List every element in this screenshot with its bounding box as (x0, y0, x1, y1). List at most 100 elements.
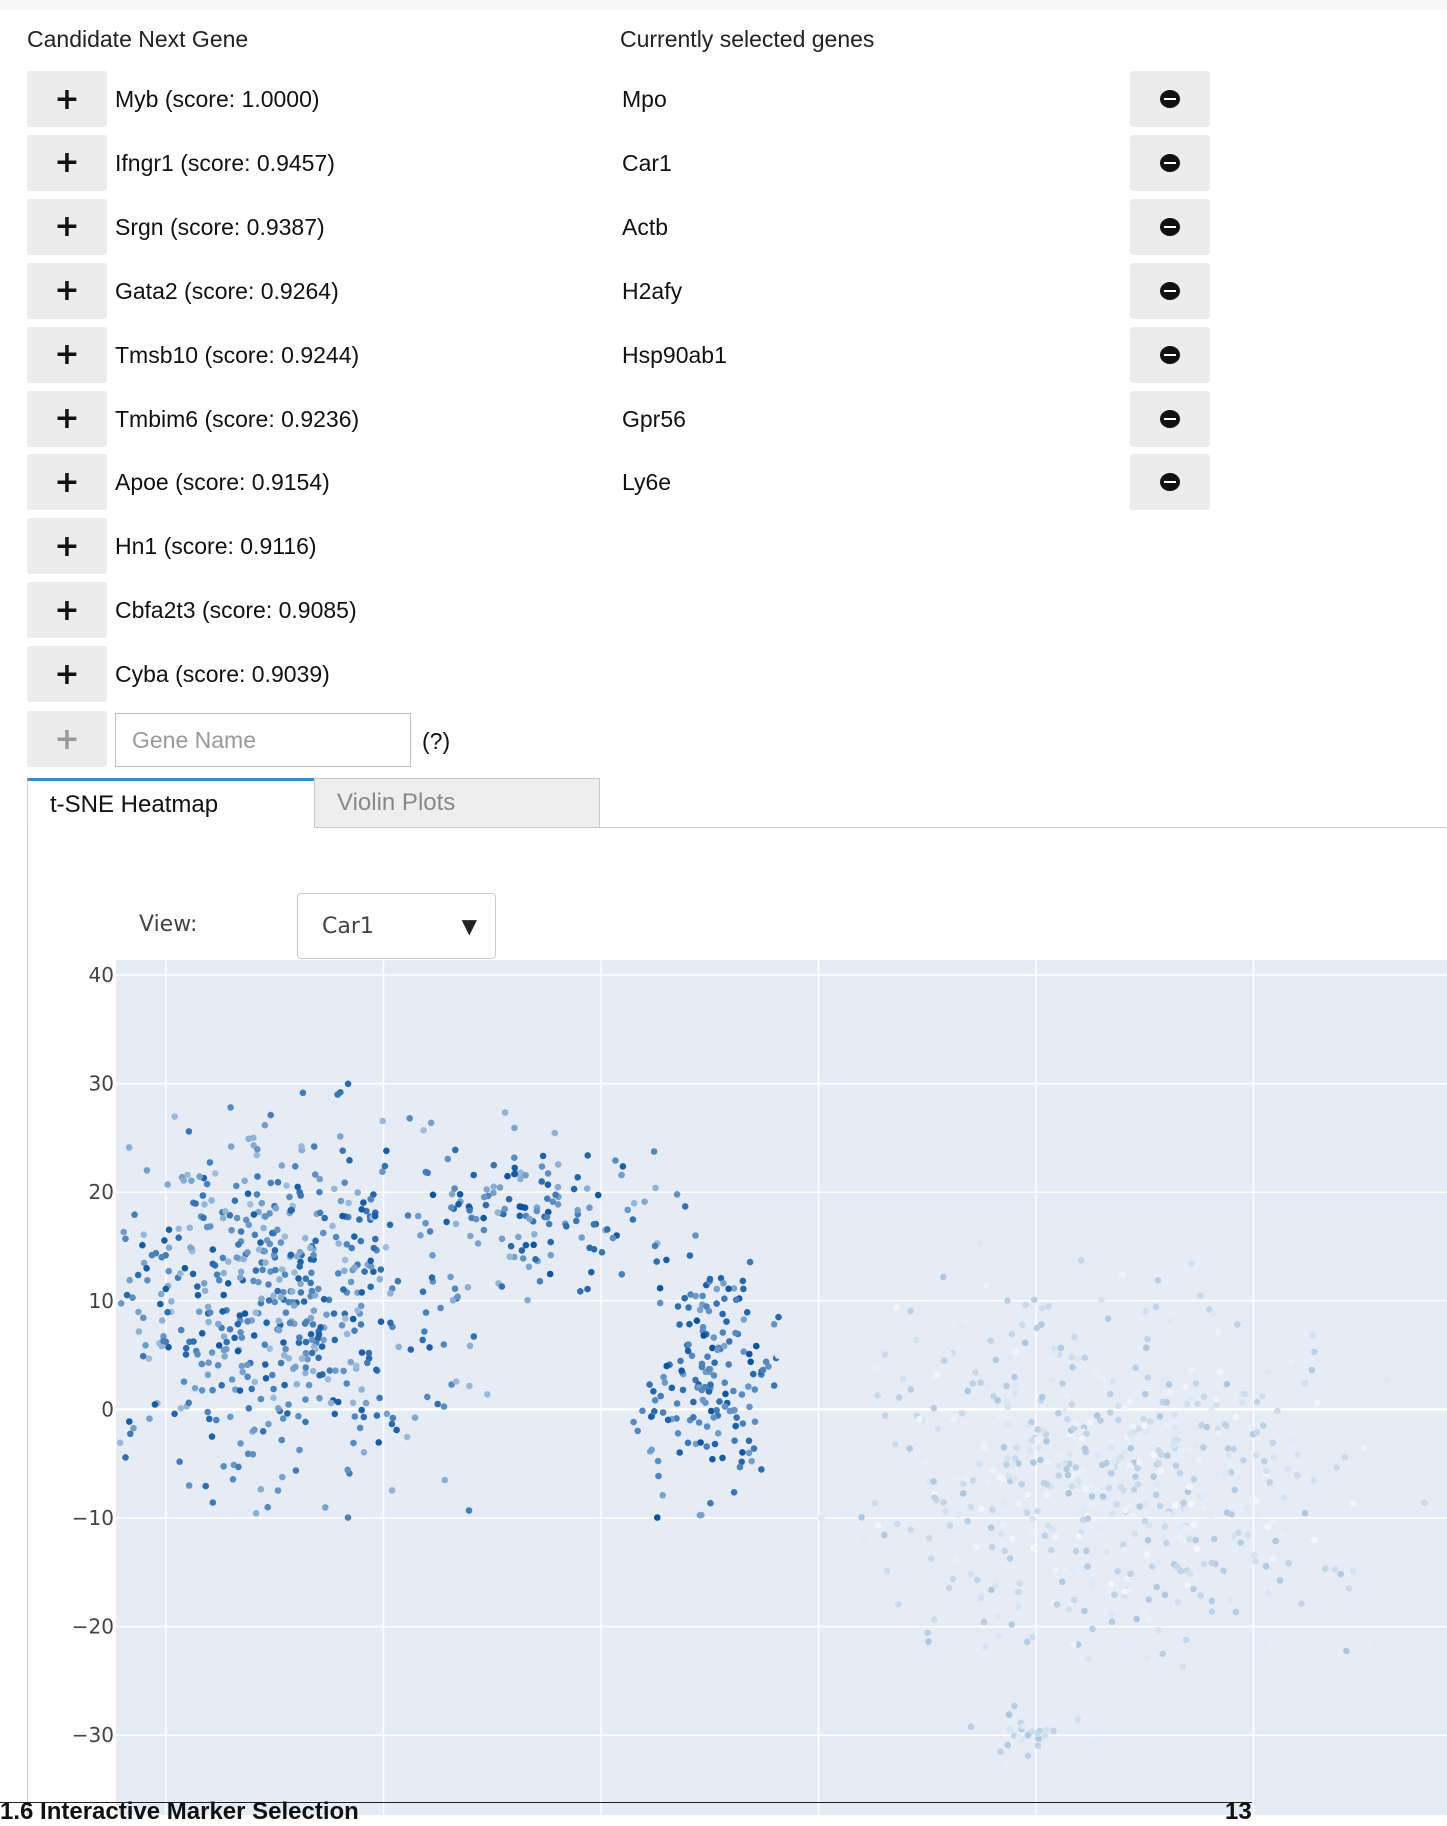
scatter-point (1193, 1442, 1200, 1450)
remove-gene-button[interactable] (1130, 71, 1210, 127)
scatter-point (719, 1310, 726, 1318)
scatter-point (168, 1298, 175, 1305)
scatter-point (743, 1309, 751, 1316)
scatter-point (259, 1266, 266, 1274)
add-candidate-button[interactable]: + (27, 134, 107, 191)
scatter-point (1301, 1379, 1309, 1387)
scatter-point (195, 1308, 203, 1315)
scatter-point (1049, 1399, 1056, 1406)
scatter-point (703, 1423, 711, 1430)
scatter-point (220, 1291, 227, 1299)
remove-gene-button[interactable] (1130, 326, 1210, 383)
scatter-point (990, 1393, 997, 1400)
scatter-point (262, 1213, 269, 1220)
scatter-point (257, 1395, 265, 1403)
tab-violin-plots[interactable]: Violin Plots (314, 778, 600, 828)
scatter-point (470, 1333, 478, 1340)
tsne-plot[interactable]: 40 30 20 10 0 −10 −20 −30 (0, 960, 1447, 1815)
scatter-point (157, 1290, 165, 1298)
add-candidate-button[interactable]: + (27, 262, 107, 319)
scatter-point (1198, 1421, 1205, 1429)
scatter-point (657, 1392, 664, 1400)
scatter-point (209, 1260, 217, 1268)
scatter-point (1192, 1536, 1199, 1544)
scatter-point (262, 1361, 269, 1368)
scatter-point (1132, 1364, 1139, 1372)
scatter-point (1215, 1430, 1222, 1437)
scatter-point (1190, 1521, 1198, 1529)
gene-name-input[interactable] (115, 713, 411, 767)
remove-gene-button[interactable] (1130, 198, 1210, 255)
scatter-point (1088, 1580, 1095, 1588)
add-candidate-button[interactable]: + (27, 326, 107, 383)
scatter-point (538, 1178, 545, 1185)
scatter-point (341, 1267, 348, 1275)
scatter-point (1105, 1485, 1113, 1492)
scatter-point (1142, 1390, 1149, 1398)
scatter-point (751, 1386, 759, 1393)
remove-gene-button[interactable] (1130, 454, 1210, 511)
scatter-point (1000, 1444, 1008, 1451)
scatter-point (720, 1280, 727, 1287)
scatter-point (1037, 1456, 1044, 1464)
scatter-point (624, 1206, 631, 1214)
scatter-point (157, 1300, 164, 1308)
remove-gene-button[interactable] (1130, 390, 1210, 447)
scatter-point (225, 1258, 232, 1265)
scatter-point (209, 1386, 216, 1394)
scatter-point (165, 1244, 173, 1251)
scatter-point (518, 1247, 526, 1254)
scatter-point (1170, 1442, 1177, 1449)
scatter-point (1254, 1510, 1262, 1518)
add-candidate-button[interactable]: + (27, 71, 107, 127)
scatter-point (347, 1358, 355, 1366)
scatter-point (275, 1317, 283, 1325)
scatter-point (650, 1388, 657, 1395)
scatter-point (1076, 1441, 1083, 1448)
scatter-point (236, 1312, 244, 1319)
scatter-point (1174, 1436, 1181, 1444)
help-link[interactable]: (?) (422, 728, 450, 755)
scatter-point (1194, 1400, 1201, 1408)
scatter-point (122, 1235, 129, 1243)
scatter-point (1103, 1548, 1111, 1556)
scatter-point (612, 1157, 619, 1164)
scatter-point (739, 1277, 747, 1285)
scatter-point (300, 1298, 308, 1305)
add-candidate-button[interactable]: + (27, 454, 107, 511)
scatter-point (224, 1280, 232, 1287)
scatter-point (1149, 1435, 1156, 1443)
scatter-point (974, 1627, 981, 1634)
scatter-point (1264, 1368, 1271, 1376)
add-candidate-button[interactable]: + (27, 646, 107, 703)
scatter-point (609, 1234, 617, 1242)
scatter-point (946, 1522, 954, 1529)
scatter-point (586, 1244, 593, 1252)
scatter-point (164, 1181, 171, 1188)
scatter-point (208, 1349, 216, 1356)
remove-gene-button[interactable] (1130, 262, 1210, 319)
add-candidate-button[interactable]: + (27, 198, 107, 255)
tab-tsne-heatmap[interactable]: t-SNE Heatmap (27, 778, 314, 828)
scatter-point (393, 1426, 400, 1434)
add-gene-button[interactable]: + (27, 711, 107, 767)
scatter-point (316, 1372, 323, 1379)
add-candidate-button[interactable]: + (27, 390, 107, 447)
scatter-point (1004, 1455, 1011, 1462)
scatter-point (451, 1285, 459, 1292)
scatter-point (706, 1275, 714, 1283)
add-candidate-button[interactable]: + (27, 518, 107, 575)
scatter-point (1129, 1511, 1136, 1519)
scatter-point (1029, 1515, 1036, 1523)
add-candidate-button[interactable]: + (27, 582, 107, 639)
scatter-point (1126, 1398, 1134, 1406)
remove-gene-button[interactable] (1130, 134, 1210, 191)
scatter-point (382, 1244, 390, 1251)
scatter-point (406, 1115, 414, 1122)
scatter-point (338, 1322, 346, 1329)
scatter-point (1109, 1378, 1116, 1385)
view-select[interactable]: Car1 ▼ (297, 893, 496, 959)
scatter-point (1027, 1288, 1035, 1295)
scatter-point (474, 1240, 482, 1247)
scatter-point (1063, 1392, 1071, 1400)
